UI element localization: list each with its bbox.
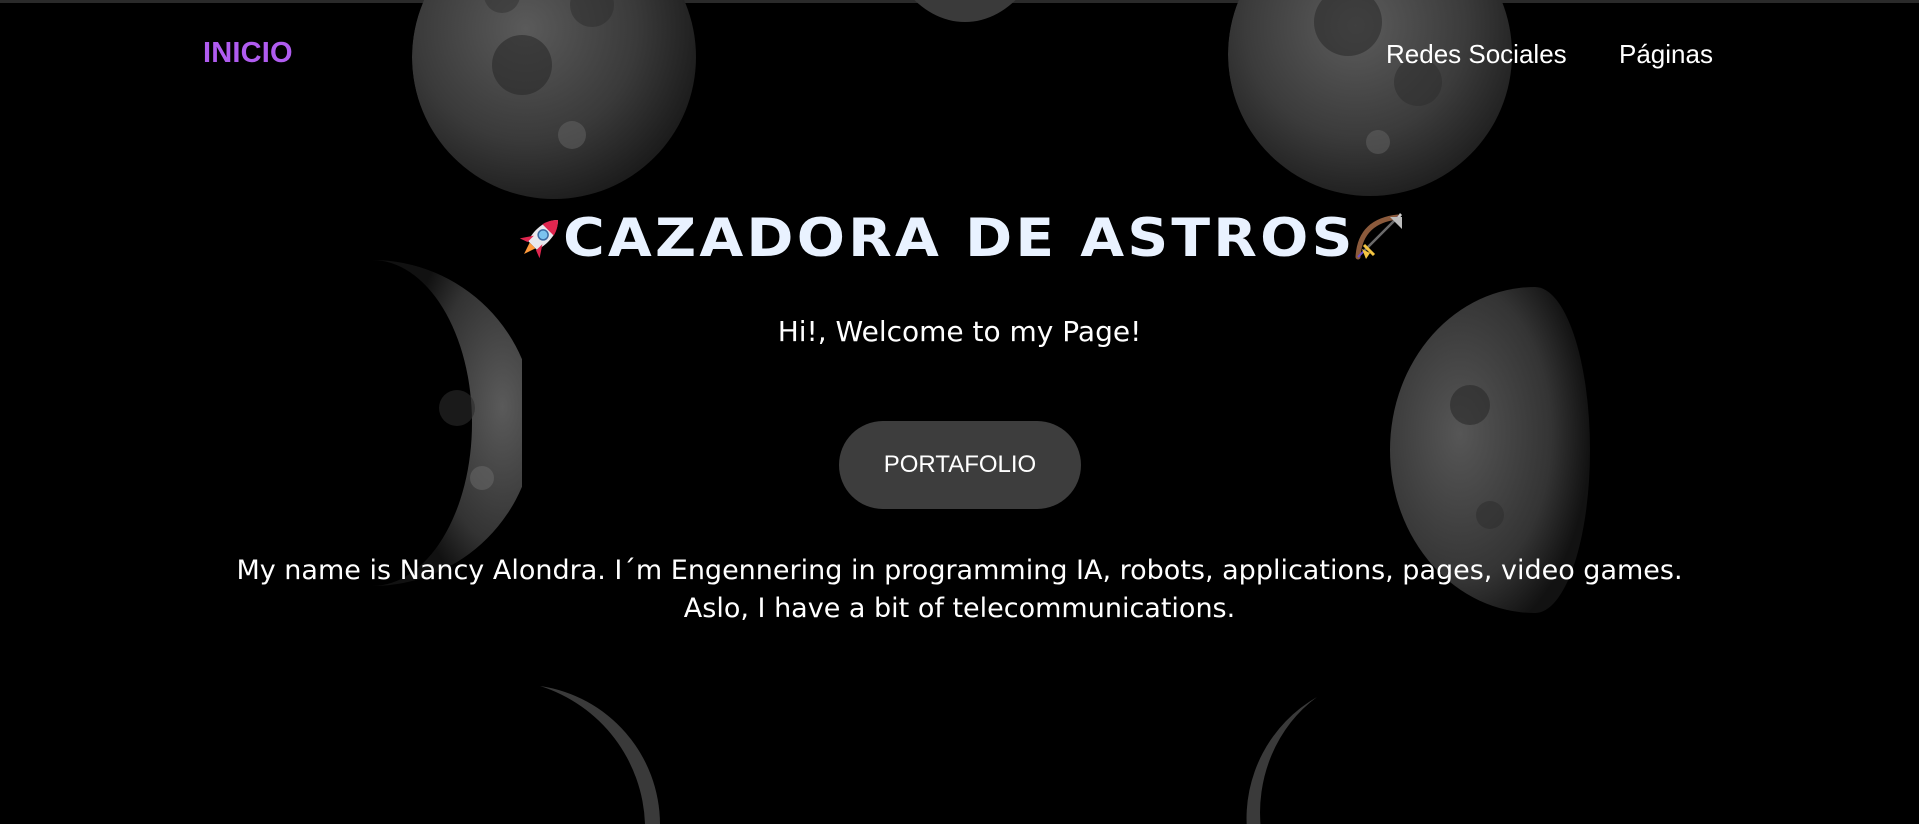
nav-home-link[interactable]: INICIO: [203, 37, 293, 70]
about-paragraph: My name is Nancy Alondra. I´m Engennerin…: [236, 555, 1683, 624]
portafolio-button[interactable]: PORTAFOLIO: [839, 421, 1081, 509]
welcome-text: Hi!, Welcome to my Page!: [777, 315, 1142, 348]
top-nav: INICIO Redes Sociales Páginas: [0, 0, 1919, 110]
site-title: CAZADORA DE ASTROS: [563, 208, 1356, 269]
nav-link-redes-sociales[interactable]: Redes Sociales: [1386, 39, 1567, 70]
moon-half-left-image: [232, 258, 522, 588]
moon-crescent-bottom-left-image: [520, 684, 670, 824]
moon-crescent-bottom-right-image: [1245, 695, 1385, 824]
nav-link-paginas[interactable]: Páginas: [1619, 39, 1713, 70]
hero-title: CAZADORA DE ASTROS: [0, 208, 1919, 278]
